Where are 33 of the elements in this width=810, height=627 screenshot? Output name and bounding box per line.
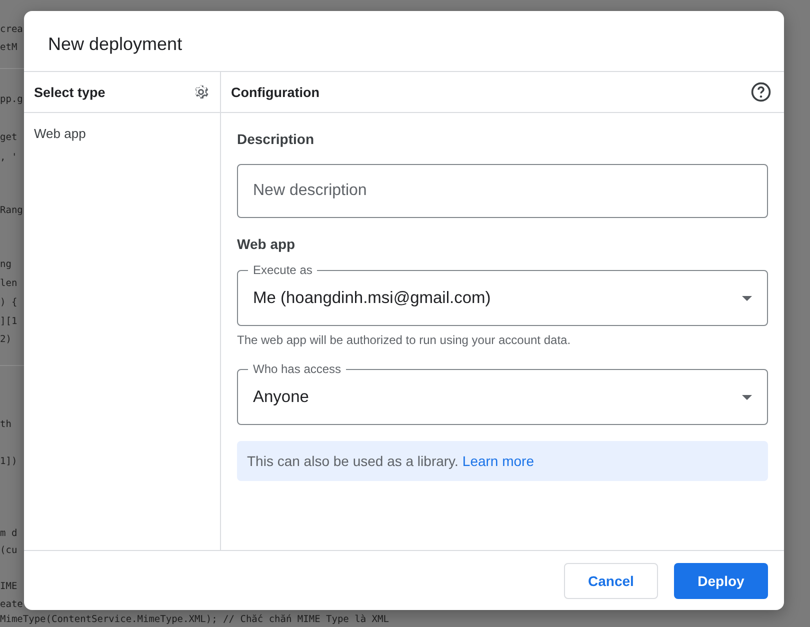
section-heading: Web app xyxy=(237,236,296,252)
sidebar-heading: Select type xyxy=(34,84,106,100)
code-line: 2) xyxy=(0,333,12,346)
code-line: m d xyxy=(0,527,18,540)
code-line: IME xyxy=(0,580,18,593)
caret-icon xyxy=(742,394,752,400)
code-line: Rang xyxy=(0,204,23,217)
code-line: crea xyxy=(0,23,23,36)
code-line: MimeType(ContentService.MimeType.XML); // Chắc chắn MIME Type là XML xyxy=(0,613,389,626)
cancel-button[interactable]: Cancel xyxy=(564,562,658,598)
code-line: 1]) xyxy=(0,455,18,468)
type-item[interactable]: Web app xyxy=(24,113,220,154)
code-line: th xyxy=(0,418,12,431)
config-heading: Configuration xyxy=(231,84,320,100)
code-line: ng xyxy=(0,258,12,271)
deploy-button[interactable]: Deploy xyxy=(674,562,768,598)
code-line: get xyxy=(0,131,18,144)
code-line: pp.g xyxy=(0,93,23,106)
info-text: This can also be used as a library. xyxy=(247,453,458,469)
learn-more-link[interactable]: Learn more xyxy=(462,453,534,469)
code-line: len xyxy=(0,277,18,290)
dialog-title: New deployment xyxy=(24,11,784,72)
section-heading: Description xyxy=(237,131,316,147)
helper-text: The web app will be authorized to run using your account data. xyxy=(237,333,572,347)
code-line: , ' xyxy=(0,151,18,164)
code-line: ) { xyxy=(0,296,18,309)
code-line: eate xyxy=(0,598,23,611)
help-icon[interactable] xyxy=(750,81,772,103)
description-field[interactable]: New description xyxy=(237,164,768,218)
code-line: (cu xyxy=(0,544,18,557)
code-line: ][1 xyxy=(0,315,18,328)
code-line: etM xyxy=(0,41,18,54)
caret-icon xyxy=(742,296,752,300)
